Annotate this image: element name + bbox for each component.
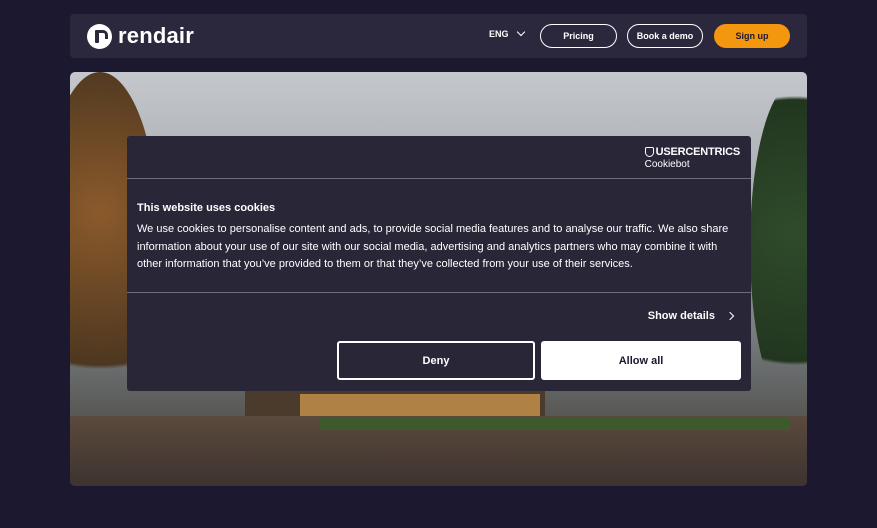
shield-icon — [644, 147, 654, 157]
cookie-consent-dialog: USERCENTRICS Cookiebot This website uses… — [127, 136, 751, 391]
rendair-logo[interactable]: rendair — [87, 23, 194, 49]
logo-mark-icon — [87, 23, 112, 49]
cookie-title: This website uses cookies — [137, 202, 276, 214]
tree-right — [750, 82, 807, 412]
cookie-description: We use cookies to personalise content an… — [137, 223, 729, 270]
book-demo-button[interactable]: Book a demo — [627, 24, 703, 48]
language-label: ENG — [489, 29, 509, 39]
sign-up-button[interactable]: Sign up — [714, 24, 790, 48]
lawn — [320, 418, 790, 430]
pricing-button[interactable]: Pricing — [540, 24, 617, 48]
usercentrics-label: USERCENTRICS — [655, 146, 741, 158]
divider-bottom — [127, 292, 751, 293]
logo-text: rendair — [118, 23, 194, 48]
chevron-right-icon — [725, 311, 735, 321]
language-selector[interactable]: ENG — [489, 27, 525, 39]
divider-top — [127, 178, 751, 179]
house-windows — [300, 394, 540, 416]
cookiebot-label: Cookiebot — [644, 159, 690, 170]
top-navigation: rendair ENG Pricing Book a demo Sign up — [70, 14, 807, 58]
chevron-down-icon — [516, 27, 525, 37]
allow-all-button[interactable]: Allow all — [541, 341, 741, 380]
show-details-link[interactable]: Show details — [647, 310, 735, 322]
deny-button[interactable]: Deny — [337, 341, 535, 380]
show-details-label: Show details — [647, 310, 715, 322]
cookiebot-brand: USERCENTRICS Cookiebot — [644, 146, 741, 170]
